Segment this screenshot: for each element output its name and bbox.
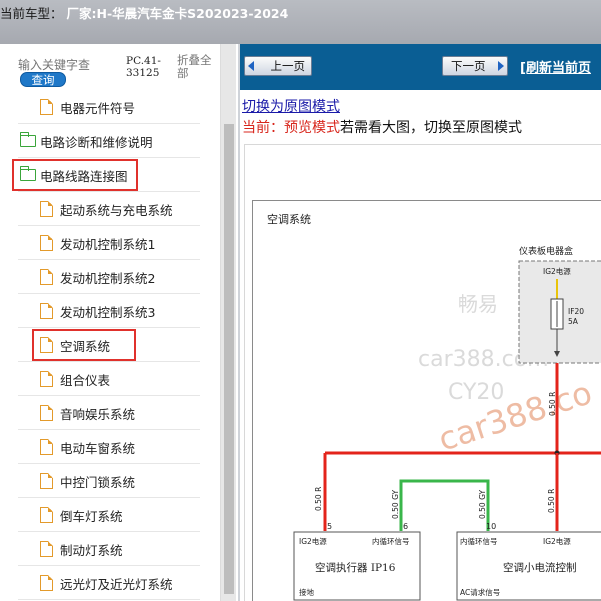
- app-window: 当前车型： 厂家:H-华晨汽车金卡S202023-2024 查询 PC.41-3…: [0, 0, 601, 601]
- search-button[interactable]: 查询: [20, 72, 66, 87]
- tree-item[interactable]: 发动机控制系统2: [0, 260, 220, 294]
- green-wire-label-1: 0.50 GY: [391, 489, 400, 519]
- mode-hint: 若需看大图，切换至原图模式: [340, 120, 522, 136]
- left-panel: 查询 PC.41-33125 折叠全部 电器元件符号电路诊断和维修说明电路线路连…: [0, 44, 236, 601]
- tree-item[interactable]: 远光灯及近光灯系统: [0, 566, 220, 600]
- next-page-label: 下一页: [451, 59, 486, 73]
- left-wire-label: 0.50 R: [314, 487, 323, 511]
- tree-scrollbar[interactable]: [220, 44, 236, 601]
- fuse-rating: 5A: [568, 317, 579, 326]
- tree-item-label: 电动车窗系统: [60, 441, 136, 456]
- pc-version-label: PC.41-33125: [126, 55, 161, 79]
- right-ac-label: AC请求信号: [460, 587, 500, 597]
- document-icon: [40, 201, 53, 217]
- tree-item[interactable]: 发动机控制系统1: [0, 226, 220, 260]
- collapse-all-link[interactable]: 折叠全部: [177, 54, 221, 80]
- tree-item-label: 发动机控制系统2: [60, 271, 156, 286]
- tree-item[interactable]: 电路诊断和维修说明: [0, 124, 220, 158]
- search-toolbar: 查询 PC.41-33125 折叠全部: [0, 44, 236, 90]
- content-panel: 上一页 下一页 [刷新当前页 切换为原图模式 当前：预览模式若需看大图，切换至原…: [238, 44, 601, 601]
- document-icon: [40, 405, 53, 421]
- prev-page-label: 上一页: [270, 59, 306, 73]
- wiring-diagram[interactable]: 空调系统 畅易 car388.com CY20 car388.co 仪表板电器盒…: [252, 200, 601, 601]
- arrow-left-icon: [248, 61, 254, 71]
- right-signal-label: 内循环信号: [460, 536, 498, 546]
- tree-item[interactable]: 中控门锁系统: [0, 464, 220, 498]
- switch-original-mode-link[interactable]: 切换为原图模式: [242, 96, 340, 116]
- left-module-name: 空调执行器 IP16: [315, 561, 396, 574]
- page-navbar: 上一页 下一页 [刷新当前页: [240, 44, 601, 90]
- current-model-label: 当前车型：: [0, 6, 63, 21]
- watermark-1: 畅易: [458, 292, 498, 316]
- tree-item-label: 发动机控制系统3: [60, 305, 156, 320]
- scrollbar-thumb[interactable]: [224, 124, 234, 594]
- tree-item[interactable]: 电器元件符号: [0, 94, 220, 124]
- current-mode: 预览模式: [284, 120, 340, 136]
- fusebox-title: 仪表板电器盒: [519, 245, 573, 257]
- left-ig2-label: IG2电源: [299, 536, 327, 546]
- fuse-name: IF20: [568, 307, 584, 316]
- document-icon: [40, 473, 53, 489]
- selection-highlight: [12, 159, 138, 191]
- row-divider: [18, 599, 200, 600]
- diagram-title: 空调系统: [267, 212, 311, 226]
- document-icon: [40, 235, 53, 251]
- document-icon: [40, 269, 53, 285]
- document-icon: [40, 541, 53, 557]
- tree-item[interactable]: 组合仪表: [0, 362, 220, 396]
- document-icon: [40, 371, 53, 387]
- current-label: 当前：: [242, 120, 284, 136]
- tree-item-label: 电器元件符号: [60, 101, 136, 116]
- arrow-right-icon: [498, 61, 504, 71]
- right-wire-label: 0.50 R: [547, 489, 556, 513]
- document-icon: [40, 439, 53, 455]
- tree-item-label: 组合仪表: [60, 373, 111, 388]
- tree-item-label: 制动灯系统: [60, 543, 123, 558]
- current-mode-line: 当前：预览模式若需看大图，切换至原图模式: [242, 117, 522, 137]
- tree-item[interactable]: 发动机控制系统3: [0, 294, 220, 328]
- catalog-tree: 电器元件符号电路诊断和维修说明电路线路连接图起动系统与充电系统 发动机控制系统1 发…: [0, 94, 220, 601]
- right-ig2-label: IG2电源: [543, 536, 571, 546]
- tree-item[interactable]: 倒车灯系统: [0, 498, 220, 532]
- tree-item-label: 起动系统与充电系统: [60, 203, 173, 218]
- folder-icon: [20, 132, 36, 147]
- document-icon: [40, 303, 53, 319]
- document-icon: [40, 99, 53, 115]
- pin-6: 6: [403, 522, 408, 531]
- wiring-diagram-svg: 空调系统 畅易 car388.com CY20 car388.co 仪表板电器盒…: [267, 212, 601, 601]
- tree-item[interactable]: 空调系统: [0, 328, 220, 362]
- tree-item[interactable]: 电动车窗系统: [0, 430, 220, 464]
- tree-item-label: 中控门锁系统: [60, 475, 136, 490]
- tree-item-label: 远光灯及近光灯系统: [60, 577, 173, 592]
- title-bar: 当前车型： 厂家:H-华晨汽车金卡S202023-2024: [0, 0, 601, 44]
- pin-5: 5: [327, 522, 332, 531]
- right-module-name: 空调小电流控制: [503, 561, 577, 574]
- tree-item-label: 发动机控制系统1: [60, 237, 156, 252]
- pin-10: 10: [486, 522, 496, 531]
- tree-item[interactable]: 起动系统与充电系统: [0, 192, 220, 226]
- tree-item-label: 倒车灯系统: [60, 509, 123, 524]
- main-wire-label: 0.50 R: [548, 392, 557, 416]
- prev-page-button[interactable]: 上一页: [244, 56, 312, 76]
- left-ground-label: 接地: [299, 587, 314, 597]
- tree-item[interactable]: 音响娱乐系统: [0, 396, 220, 430]
- green-wire: [399, 479, 490, 531]
- current-model-value: 厂家:H-华晨汽车金卡S202023-2024: [66, 6, 289, 21]
- refresh-page-link[interactable]: [刷新当前页: [520, 57, 591, 76]
- green-wire-label-2: 0.50 GY: [478, 489, 487, 519]
- tree-item[interactable]: 电路线路连接图: [0, 158, 220, 192]
- left-signal-label: 内循环信号: [372, 536, 410, 546]
- tree-item[interactable]: 制动灯系统: [0, 532, 220, 566]
- next-page-button[interactable]: 下一页: [442, 56, 508, 76]
- tree-item-label: 电路诊断和维修说明: [40, 135, 153, 150]
- document-icon: [40, 507, 53, 523]
- fusebox-ig2-label: IG2电源: [543, 266, 571, 276]
- document-icon: [40, 575, 53, 591]
- tree-item-label: 音响娱乐系统: [60, 407, 136, 422]
- selection-highlight: [32, 329, 136, 361]
